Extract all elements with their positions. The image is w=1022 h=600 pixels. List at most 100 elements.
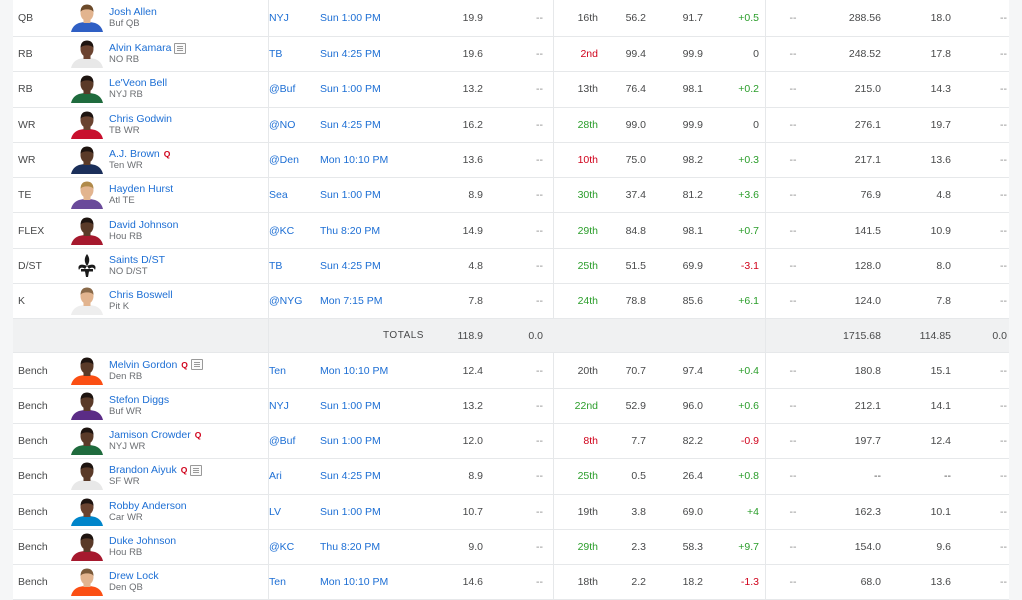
player-name-link[interactable]: Duke Johnson bbox=[109, 535, 176, 547]
game-time-link[interactable]: Sun 1:00 PM bbox=[320, 424, 381, 458]
player-headshot[interactable] bbox=[67, 567, 107, 597]
player-name[interactable]: Brandon Aiyuk bbox=[109, 464, 177, 476]
opponent-link[interactable]: Ten bbox=[269, 353, 286, 387]
player-name[interactable]: Saints D/ST bbox=[109, 254, 165, 266]
player-name[interactable]: Stefon Diggs bbox=[109, 394, 169, 406]
game-time-link[interactable]: Thu 8:20 PM bbox=[320, 213, 380, 247]
player-headshot[interactable] bbox=[67, 355, 107, 385]
player-headshot[interactable] bbox=[67, 74, 107, 104]
game-time-link[interactable]: Sun 4:25 PM bbox=[320, 249, 381, 283]
player-name[interactable]: Drew Lock bbox=[109, 570, 159, 582]
roster-slot[interactable]: Bench bbox=[18, 353, 48, 387]
roster-slot[interactable]: RB bbox=[18, 72, 33, 106]
player-name-link[interactable]: Hayden Hurst bbox=[109, 183, 173, 195]
game-time-link[interactable]: Sun 1:00 PM bbox=[320, 495, 381, 529]
player-headshot[interactable] bbox=[67, 461, 107, 491]
player-headshot[interactable] bbox=[67, 215, 107, 245]
player-name-link[interactable]: Brandon Aiyuk Q bbox=[109, 464, 203, 476]
opponent-link[interactable]: @NYG bbox=[269, 284, 302, 318]
player-name[interactable]: Jamison Crowder bbox=[109, 429, 191, 441]
game-time-link[interactable]: Sun 1:00 PM bbox=[320, 389, 381, 423]
opponent-link[interactable]: @KC bbox=[269, 530, 294, 564]
opponent-link[interactable]: TB bbox=[269, 37, 282, 71]
player-name-link[interactable]: Drew Lock bbox=[109, 570, 159, 582]
roster-slot[interactable]: K bbox=[18, 284, 25, 318]
game-time-link[interactable]: Sun 4:25 PM bbox=[320, 108, 381, 142]
roster-slot[interactable]: D/ST bbox=[18, 249, 42, 283]
game-time-link[interactable]: Mon 10:10 PM bbox=[320, 143, 388, 177]
player-name-link[interactable]: A.J. Brown Q bbox=[109, 148, 170, 160]
player-name[interactable]: Melvin Gordon bbox=[109, 359, 177, 371]
opponent-link[interactable]: @NO bbox=[269, 108, 295, 142]
scrollbar[interactable] bbox=[1009, 0, 1021, 588]
player-name[interactable]: Chris Boswell bbox=[109, 289, 173, 301]
roster-slot[interactable]: Bench bbox=[18, 530, 48, 564]
roster-slot[interactable]: QB bbox=[18, 0, 33, 36]
player-name[interactable]: Duke Johnson bbox=[109, 535, 176, 547]
roster-slot[interactable]: Bench bbox=[18, 459, 48, 493]
roster-slot[interactable]: WR bbox=[18, 143, 36, 177]
player-name[interactable]: Robby Anderson bbox=[109, 500, 187, 512]
game-time-link[interactable]: Sun 4:25 PM bbox=[320, 459, 381, 493]
opponent-link[interactable]: @KC bbox=[269, 213, 294, 247]
player-name-link[interactable]: Jamison Crowder Q bbox=[109, 429, 201, 441]
player-news-icon[interactable] bbox=[174, 42, 187, 54]
player-name[interactable]: Le'Veon Bell bbox=[109, 77, 167, 89]
opponent-link[interactable]: @Den bbox=[269, 143, 299, 177]
opponent-link[interactable]: TB bbox=[269, 249, 282, 283]
player-headshot[interactable] bbox=[67, 496, 107, 526]
player-name-link[interactable]: Josh Allen bbox=[109, 6, 157, 18]
opponent-link[interactable]: Sea bbox=[269, 178, 288, 212]
opponent-link[interactable]: NYJ bbox=[269, 0, 289, 36]
player-news-icon[interactable] bbox=[190, 359, 203, 371]
roster-slot[interactable]: Bench bbox=[18, 389, 48, 423]
roster-slot[interactable]: Bench bbox=[18, 495, 48, 529]
player-name-link[interactable]: Le'Veon Bell bbox=[109, 77, 167, 89]
player-name[interactable]: Chris Godwin bbox=[109, 113, 172, 125]
player-name[interactable]: Josh Allen bbox=[109, 6, 157, 18]
player-name-link[interactable]: Chris Boswell bbox=[109, 289, 173, 301]
player-name-link[interactable]: Stefon Diggs bbox=[109, 394, 169, 406]
player-headshot[interactable] bbox=[67, 532, 107, 561]
player-headshot[interactable] bbox=[67, 286, 107, 316]
player-name[interactable]: Alvin Kamara bbox=[109, 42, 171, 54]
opponent-link[interactable]: NYJ bbox=[269, 389, 289, 423]
player-headshot[interactable] bbox=[67, 109, 107, 139]
game-time-link[interactable]: Mon 7:15 PM bbox=[320, 284, 382, 318]
player-name-link[interactable]: Chris Godwin bbox=[109, 113, 172, 125]
player-name-link[interactable]: Saints D/ST bbox=[109, 254, 165, 266]
player-headshot[interactable] bbox=[67, 3, 107, 32]
player-name-link[interactable]: Robby Anderson bbox=[109, 500, 187, 512]
player-headshot[interactable] bbox=[67, 426, 107, 456]
player-headshot[interactable] bbox=[67, 390, 107, 420]
player-name[interactable]: Hayden Hurst bbox=[109, 183, 173, 195]
opponent-link[interactable]: LV bbox=[269, 495, 281, 529]
roster-slot[interactable]: Bench bbox=[18, 424, 48, 458]
roster-slot[interactable]: TE bbox=[18, 178, 31, 212]
game-time-link[interactable]: Mon 10:10 PM bbox=[320, 353, 388, 387]
game-time-link[interactable]: Sun 1:00 PM bbox=[320, 178, 381, 212]
roster-slot[interactable]: FLEX bbox=[18, 213, 44, 247]
player-name-link[interactable]: Alvin Kamara bbox=[109, 42, 187, 54]
player-headshot[interactable] bbox=[67, 180, 107, 210]
game-time-link[interactable]: Sun 1:00 PM bbox=[320, 0, 381, 36]
game-time-link[interactable]: Sun 1:00 PM bbox=[320, 72, 381, 106]
opponent-link[interactable]: Ten bbox=[269, 565, 286, 599]
player-name-link[interactable]: Melvin Gordon Q bbox=[109, 359, 203, 371]
player-headshot[interactable] bbox=[67, 145, 107, 175]
game-time-link[interactable]: Mon 10:10 PM bbox=[320, 565, 388, 599]
player-name[interactable]: David Johnson bbox=[109, 219, 178, 231]
game-time-link[interactable]: Sun 4:25 PM bbox=[320, 37, 381, 71]
opponent-link[interactable]: @Buf bbox=[269, 72, 295, 106]
player-name-link[interactable]: David Johnson bbox=[109, 219, 178, 231]
player-headshot[interactable] bbox=[67, 39, 107, 69]
opponent-link[interactable]: Ari bbox=[269, 459, 282, 493]
roster-slot[interactable]: WR bbox=[18, 108, 36, 142]
roster-slot[interactable]: Bench bbox=[18, 565, 48, 599]
roster-slot[interactable]: RB bbox=[18, 37, 33, 71]
opponent-link[interactable]: @Buf bbox=[269, 424, 295, 458]
player-name[interactable]: A.J. Brown bbox=[109, 148, 160, 160]
player-headshot[interactable] bbox=[67, 250, 107, 280]
player-news-icon[interactable] bbox=[190, 464, 203, 476]
game-time-link[interactable]: Thu 8:20 PM bbox=[320, 530, 380, 564]
